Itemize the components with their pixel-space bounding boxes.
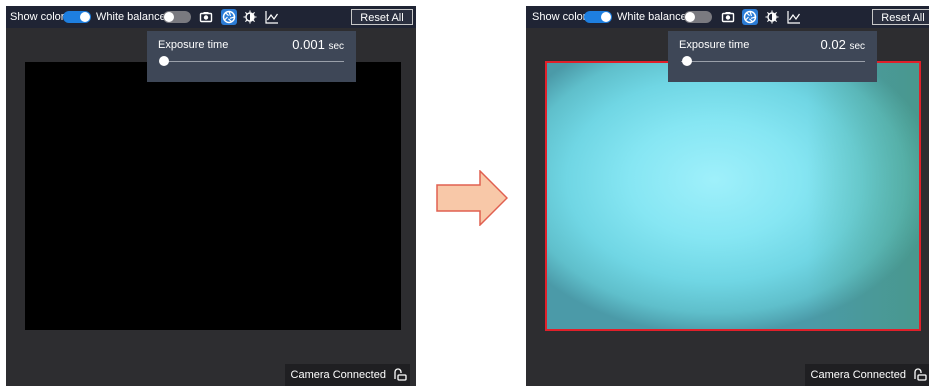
- exposure-time-value: 0.02 sec: [821, 37, 866, 52]
- camera-status-label: Camera Connected: [810, 369, 906, 382]
- exposure-popup: Exposure time 0.001 sec: [147, 31, 356, 82]
- white-balance-toggle[interactable]: [684, 11, 712, 23]
- camera-icon[interactable]: [198, 9, 214, 25]
- toolbar: Show color White balance Reset All: [526, 6, 929, 28]
- toolbar: Show color White balance Reset All: [6, 6, 416, 28]
- camera-panel-after: Show color White balance Reset All Expos…: [526, 6, 929, 386]
- brightness-icon[interactable]: [242, 9, 258, 25]
- camera-view: [25, 62, 401, 330]
- exposure-time-label: Exposure time: [679, 39, 750, 51]
- usb-plug-icon: [394, 368, 407, 381]
- show-color-label: Show color: [10, 11, 65, 23]
- brightness-icon[interactable]: [764, 9, 780, 25]
- camera-status: Camera Connected: [284, 364, 410, 386]
- white-balance-label: White balance: [96, 11, 166, 23]
- camera-view: [545, 61, 921, 331]
- camera-status-label: Camera Connected: [290, 369, 386, 382]
- usb-plug-icon: [914, 368, 927, 381]
- exposure-slider-thumb[interactable]: [681, 56, 692, 66]
- exposure-slider-thumb[interactable]: [158, 56, 169, 66]
- exposure-slider-track[interactable]: [681, 61, 865, 62]
- exposure-popup: Exposure time 0.02 sec: [668, 31, 877, 82]
- exposure-time-label: Exposure time: [158, 39, 229, 51]
- chart-line-icon[interactable]: [786, 9, 802, 25]
- show-color-toggle[interactable]: [584, 11, 612, 23]
- show-color-toggle[interactable]: [63, 11, 91, 23]
- exposure-time-value: 0.001 sec: [292, 37, 344, 52]
- white-balance-toggle[interactable]: [163, 11, 191, 23]
- camera-panel-before: Show color White balance Reset All Expos…: [6, 6, 416, 386]
- exposure-slider-track[interactable]: [160, 61, 344, 62]
- chart-line-icon[interactable]: [264, 9, 280, 25]
- image-vignette: [547, 63, 919, 329]
- exposure-value-number: 0.001: [292, 37, 325, 52]
- reset-all-button[interactable]: Reset All: [351, 9, 413, 25]
- exposure-unit: sec: [328, 41, 344, 52]
- aperture-icon[interactable]: [221, 9, 237, 25]
- aperture-icon[interactable]: [742, 9, 758, 25]
- show-color-label: Show color: [532, 11, 587, 23]
- white-balance-label: White balance: [617, 11, 687, 23]
- camera-status: Camera Connected: [804, 364, 929, 386]
- reset-all-button[interactable]: Reset All: [872, 9, 929, 25]
- right-arrow-icon: [436, 170, 508, 226]
- camera-icon[interactable]: [720, 9, 736, 25]
- exposure-unit: sec: [849, 41, 865, 52]
- exposure-value-number: 0.02: [820, 37, 846, 52]
